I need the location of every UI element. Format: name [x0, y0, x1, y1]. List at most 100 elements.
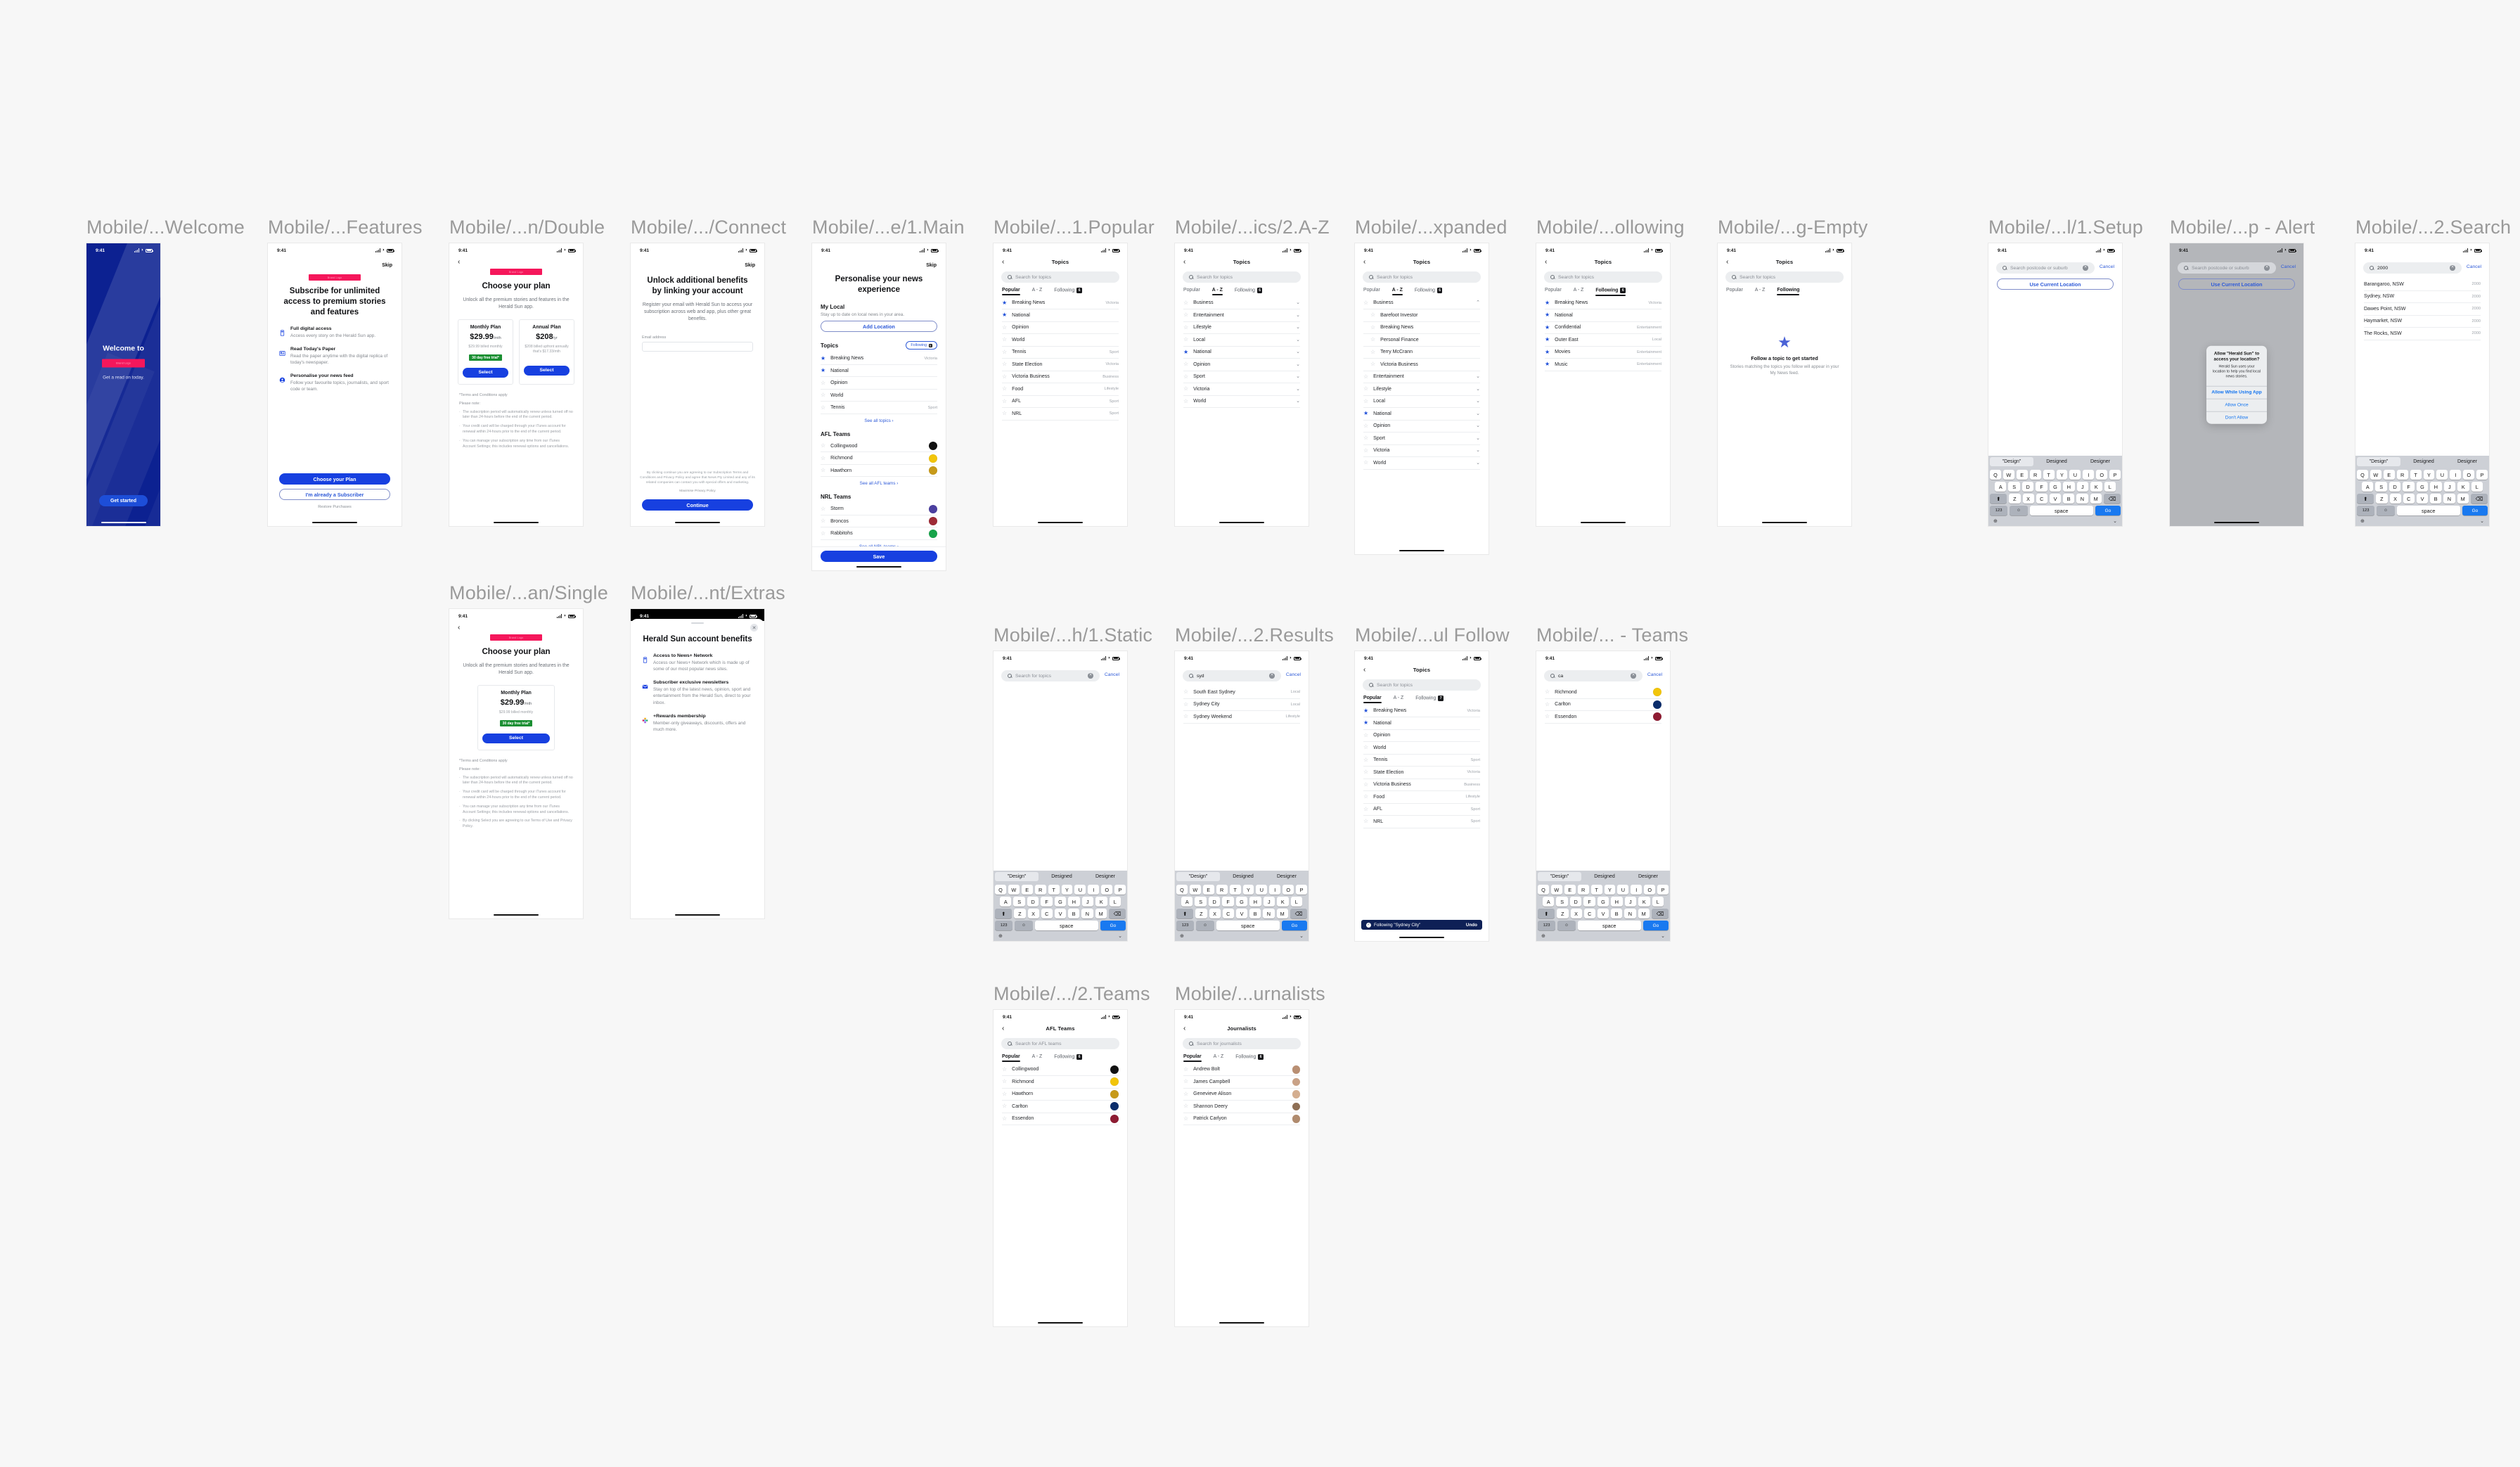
location-search-input[interactable]: Search postcode or suburb ✕ — [1996, 262, 2095, 274]
numbers-key[interactable]: 123 — [995, 921, 1013, 930]
star-icon[interactable]: ☆ — [1183, 1091, 1188, 1097]
numbers-key[interactable]: 123 — [2357, 506, 2375, 515]
key-g[interactable]: G — [1235, 897, 1248, 907]
star-icon[interactable]: ☆ — [1363, 447, 1368, 454]
chevron-down-icon[interactable]: ⌄ — [1476, 387, 1480, 392]
topic-group-row[interactable]: ★ National ⌄ — [1183, 347, 1300, 359]
key-x[interactable]: X — [1570, 909, 1582, 918]
delete-key[interactable]: ⌫ — [1108, 909, 1126, 918]
key-b[interactable]: B — [1611, 909, 1623, 918]
team-row[interactable]: ☆ Richmond — [1002, 1076, 1119, 1089]
tab-following[interactable]: Following 7 — [1415, 696, 1444, 704]
star-icon[interactable]: ★ — [1363, 411, 1368, 416]
key-y[interactable]: Y — [2423, 470, 2435, 480]
key-u[interactable]: U — [1074, 885, 1086, 895]
key-k[interactable]: K — [1277, 897, 1289, 907]
key-s[interactable]: S — [1013, 897, 1025, 907]
star-icon[interactable]: ☆ — [1545, 701, 1550, 707]
team-row[interactable]: ☆ Hawthorn — [1002, 1089, 1119, 1101]
search-input[interactable]: Search for AFL teams — [1001, 1038, 1119, 1049]
star-icon[interactable]: ☆ — [1002, 337, 1007, 342]
star-icon[interactable]: ☆ — [1002, 411, 1007, 416]
topic-row[interactable]: ★ National — [1002, 309, 1119, 322]
key-a[interactable]: A — [1000, 897, 1012, 907]
prediction-2[interactable]: Designer — [1265, 874, 1309, 879]
topic-row[interactable]: ☆ World — [1363, 742, 1480, 755]
topic-group-row[interactable]: ☆ World ⌄ — [1363, 457, 1480, 470]
globe-icon[interactable]: ⊕ — [1541, 933, 1545, 939]
space-key[interactable]: space — [1216, 921, 1280, 930]
key-t[interactable]: T — [1590, 885, 1602, 895]
star-icon[interactable]: ☆ — [821, 455, 825, 461]
star-icon[interactable]: ☆ — [1183, 1079, 1188, 1084]
location-row[interactable]: Sydney, NSW 2000 — [2364, 291, 2481, 303]
topic-row[interactable]: ★ National — [1363, 717, 1480, 730]
choose-plan-button[interactable]: Choose your Plan — [279, 473, 390, 485]
add-location-button[interactable]: Add Location — [821, 321, 937, 333]
tab-az[interactable]: A - Z — [1211, 288, 1223, 295]
key-s[interactable]: S — [2375, 482, 2387, 492]
key-p[interactable]: P — [2109, 470, 2121, 480]
star-icon[interactable]: ★ — [1363, 720, 1368, 726]
chevron-down-icon[interactable]: ⌄ — [1296, 362, 1300, 367]
go-key[interactable]: Go — [1100, 921, 1126, 930]
key-m[interactable]: M — [1276, 909, 1288, 918]
search-input[interactable]: Search for topics — [1725, 271, 1844, 283]
star-icon[interactable]: ☆ — [1370, 324, 1375, 331]
key-x[interactable]: X — [2022, 494, 2034, 504]
key-p[interactable]: P — [1114, 885, 1126, 895]
key-c[interactable]: C — [1583, 909, 1595, 918]
result-row[interactable]: ☆ Sydney Weekend Lifestyle — [1183, 711, 1300, 724]
select-plan-button[interactable]: Select — [463, 367, 508, 378]
alert-dont-allow[interactable]: Don't Allow — [2206, 411, 2267, 423]
star-icon[interactable]: ☆ — [1183, 1103, 1188, 1109]
key-g[interactable]: G — [1597, 897, 1609, 907]
key-n[interactable]: N — [2443, 494, 2455, 504]
key-r[interactable]: R — [1216, 885, 1228, 895]
key-g[interactable]: G — [1054, 897, 1067, 907]
star-icon[interactable]: ☆ — [1183, 1115, 1188, 1122]
key-b[interactable]: B — [2063, 494, 2075, 504]
key-j[interactable]: J — [2076, 482, 2089, 492]
key-g[interactable]: G — [2416, 482, 2429, 492]
team-row[interactable]: ☆ Storm — [821, 503, 937, 515]
tab-az[interactable]: A - Z — [1394, 696, 1404, 703]
star-icon[interactable]: ☆ — [1183, 386, 1188, 392]
key-x[interactable]: X — [1209, 909, 1221, 918]
key-b[interactable]: B — [2430, 494, 2442, 504]
key-f[interactable]: F — [1583, 897, 1595, 907]
result-row[interactable]: ☆ South East Sydney Local — [1183, 686, 1300, 699]
key-q[interactable]: Q — [1989, 470, 2001, 480]
mic-icon[interactable]: ⌄ — [1661, 933, 1665, 939]
prediction-2[interactable]: Designer — [2078, 459, 2122, 464]
see-all-afl-link[interactable]: See all AFL teams › — [821, 477, 937, 487]
star-icon[interactable]: ★ — [1545, 324, 1550, 331]
key-j[interactable]: J — [1263, 897, 1275, 907]
tab-following[interactable]: Following — [1777, 288, 1800, 295]
key-h[interactable]: H — [2063, 482, 2075, 492]
search-input[interactable]: Search for topics — [1183, 271, 1301, 283]
result-row[interactable]: ☆ Sydney City Local — [1183, 699, 1300, 711]
go-key[interactable]: Go — [1642, 921, 1669, 930]
save-button[interactable]: Save — [821, 551, 937, 562]
star-icon[interactable]: ☆ — [1002, 324, 1007, 331]
tab-popular[interactable]: Popular — [1183, 288, 1200, 295]
plan-card-monthly[interactable]: Monthly Plan $29.99/mth $29.99 billed mo… — [477, 684, 555, 750]
key-m[interactable]: M — [2457, 494, 2469, 504]
topic-group-row[interactable]: ☆ Sport ⌄ — [1363, 433, 1480, 445]
key-o[interactable]: O — [1101, 885, 1113, 895]
key-h[interactable]: H — [1249, 897, 1261, 907]
emoji-key[interactable]: ☺ — [1015, 921, 1033, 930]
key-c[interactable]: C — [2403, 494, 2415, 504]
mic-icon[interactable]: ⌄ — [1299, 933, 1304, 939]
tab-following[interactable]: Following 6 — [1415, 288, 1443, 296]
key-k[interactable]: K — [2090, 482, 2102, 492]
key-y[interactable]: Y — [1604, 885, 1616, 895]
tab-popular[interactable]: Popular — [1545, 288, 1562, 295]
key-w[interactable]: W — [1189, 885, 1201, 895]
star-icon[interactable]: ☆ — [821, 443, 825, 449]
key-e[interactable]: E — [2016, 470, 2028, 480]
chevron-up-icon[interactable]: ⌃ — [1476, 300, 1480, 305]
tab-popular[interactable]: Popular — [1183, 1054, 1202, 1062]
tab-popular[interactable]: Popular — [1002, 1054, 1020, 1062]
